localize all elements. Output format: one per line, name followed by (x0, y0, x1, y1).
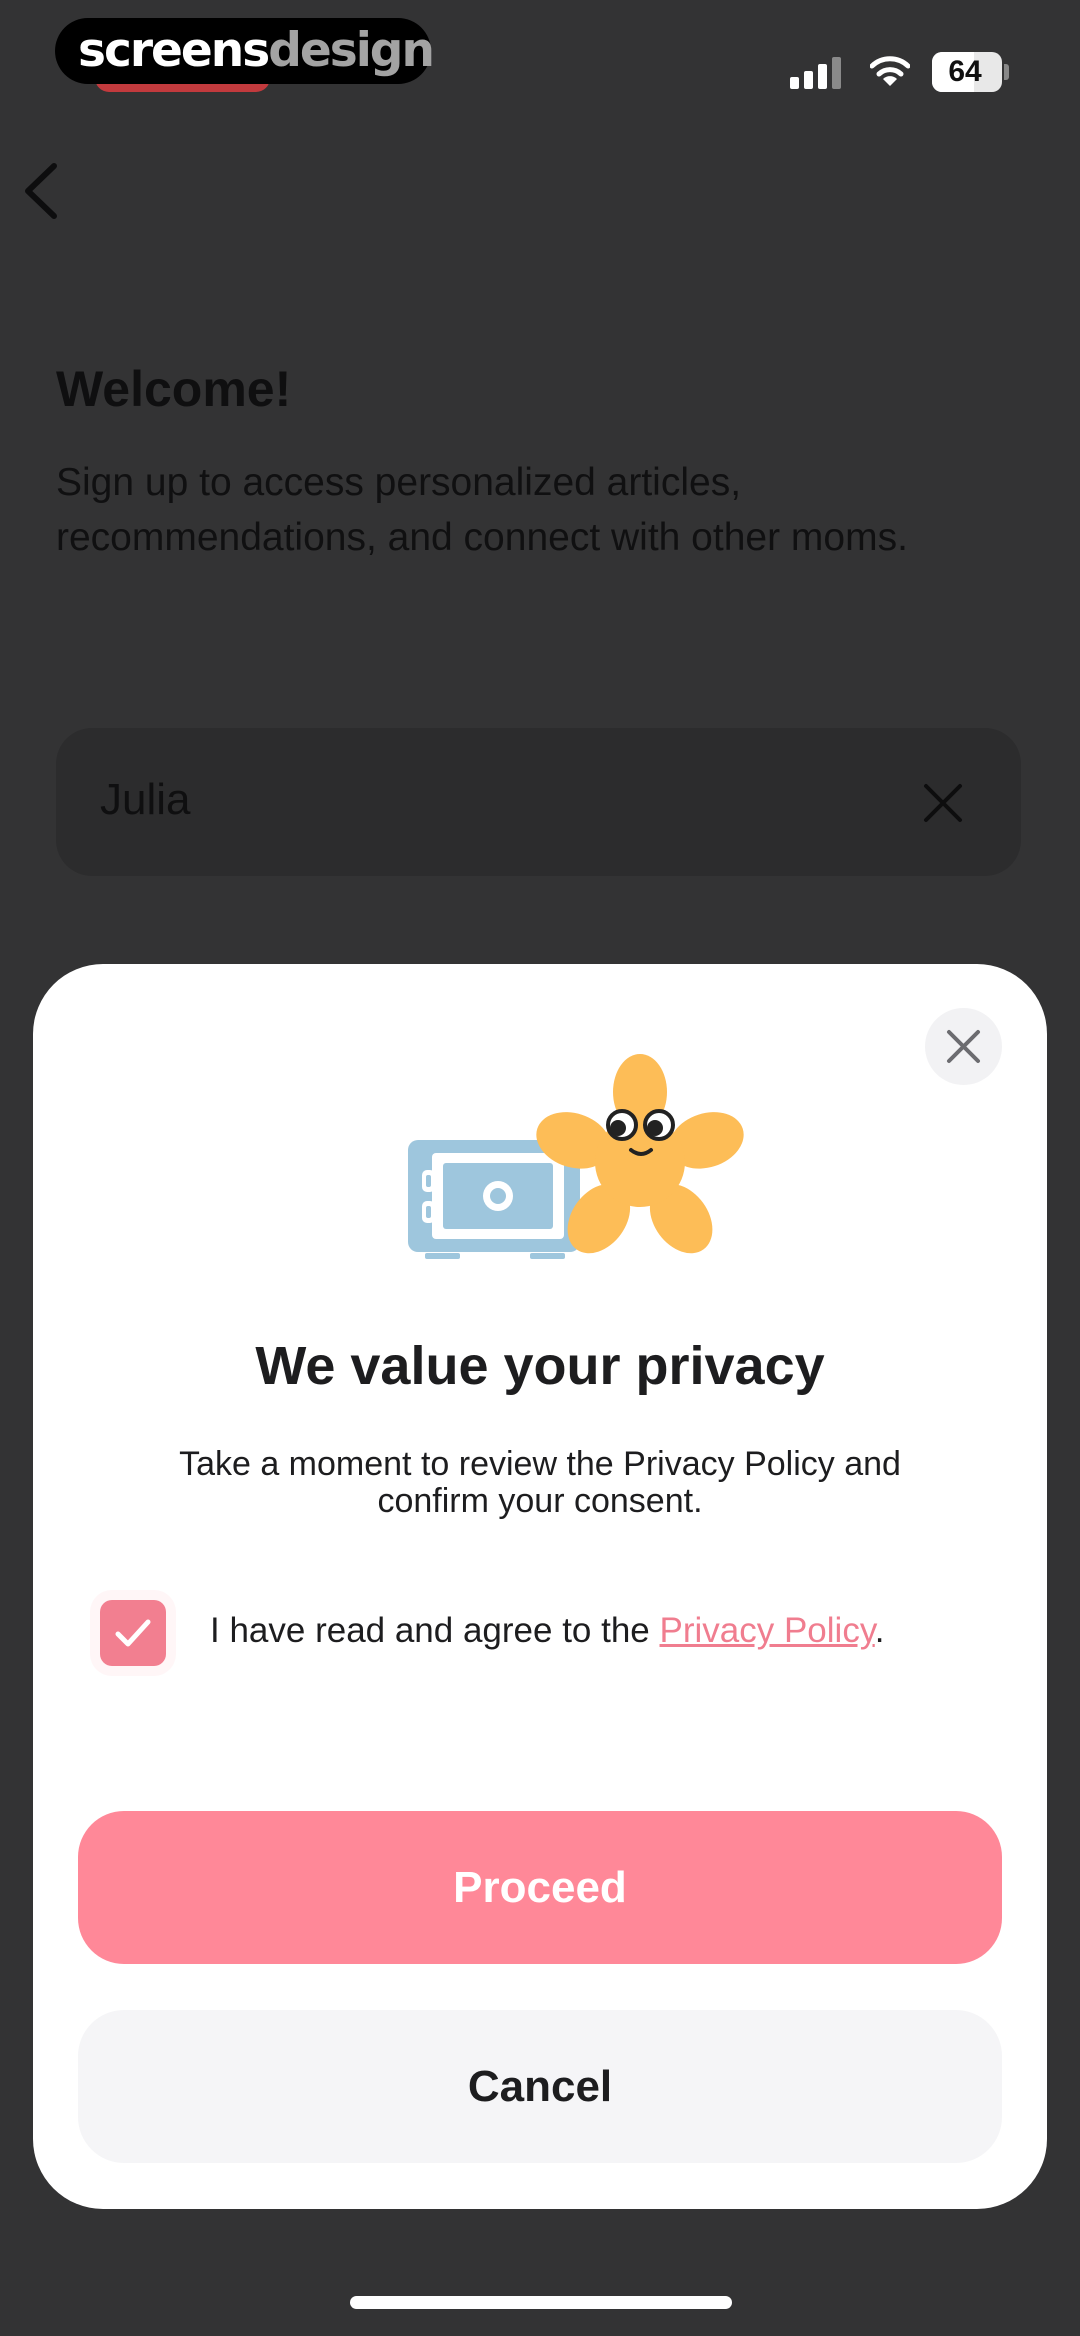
privacy-illustration (408, 1054, 744, 1259)
modal-title: We value your privacy (255, 1336, 825, 1396)
close-icon (947, 1030, 980, 1063)
consent-checkbox[interactable] (100, 1600, 166, 1666)
welcome-title: Welcome! (56, 361, 292, 417)
wifi-icon (870, 56, 910, 86)
checkmark-icon (115, 1619, 151, 1647)
modal-body: Take a moment to review the Privacy Poli… (179, 1445, 901, 1520)
watermark-text: screensdesign (78, 23, 435, 78)
cancel-button[interactable]: Cancel (78, 2010, 1002, 2163)
clear-x-icon[interactable] (922, 782, 964, 824)
battery-nub (1004, 64, 1009, 80)
name-field[interactable] (56, 728, 1021, 876)
welcome-subtitle: Sign up to access personalized articles,… (56, 461, 908, 559)
back-chevron-icon[interactable] (18, 160, 66, 222)
name-field-value: Julia (100, 775, 191, 824)
privacy-policy-link[interactable]: Privacy Policy (660, 1611, 875, 1650)
battery-level: 64 (948, 55, 982, 88)
signal-icon (790, 57, 841, 89)
close-button[interactable] (925, 1008, 1002, 1085)
consent-prefix: I have read and agree to the (210, 1611, 660, 1650)
consent-suffix: . (874, 1611, 885, 1650)
home-indicator[interactable] (350, 2296, 732, 2309)
proceed-button[interactable]: Proceed (78, 1811, 1002, 1964)
consent-label: I have read and agree to the Privacy Pol… (210, 1603, 884, 1659)
